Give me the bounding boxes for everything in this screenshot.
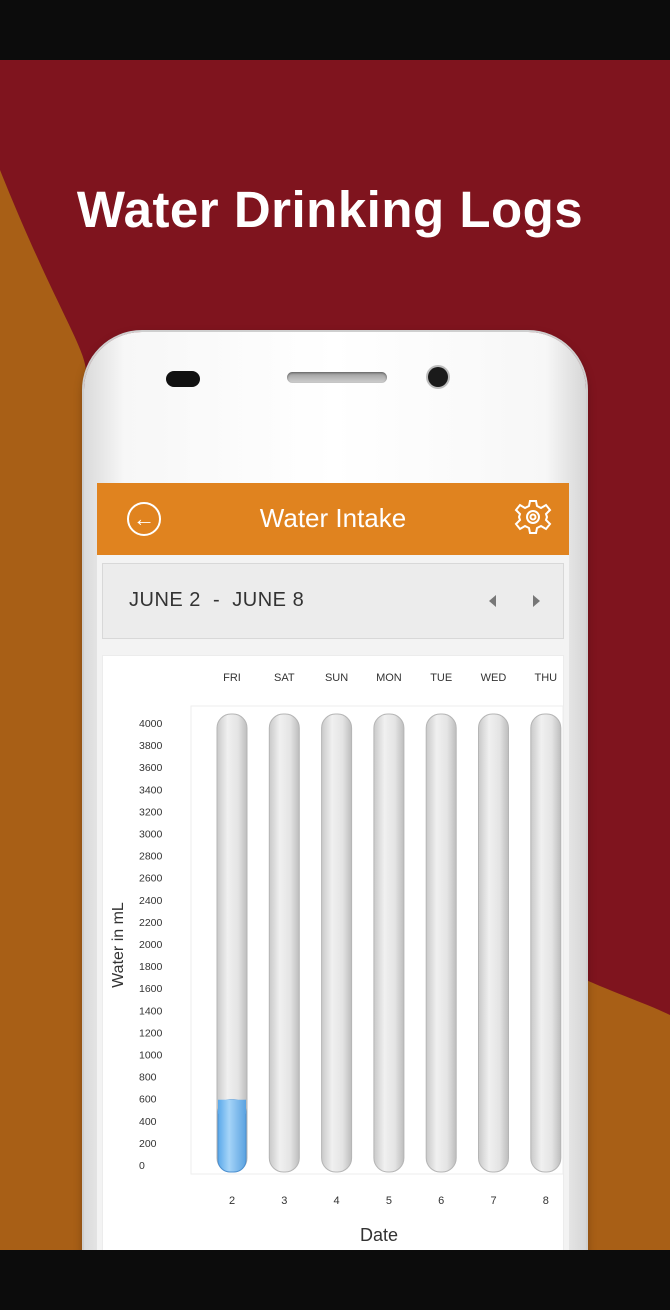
bar-track [321,713,353,1173]
y-tick-label: 2400 [139,895,163,907]
phone-sensor-slot [166,371,200,387]
x-date-label: 3 [281,1195,287,1207]
y-tick-label: 3400 [139,784,163,796]
phone-earpiece [287,372,387,383]
bottom-bar [0,1250,670,1310]
promo-headline: Water Drinking Logs [76,181,584,238]
phone-front-camera [428,367,448,387]
x-day-label: FRI [223,672,241,684]
app-bar: ← Water Intake [97,483,569,555]
y-tick-label: 3600 [139,762,163,774]
date-range-label: JUNE 2 - JUNE 8 [129,589,305,611]
y-tick-label: 1200 [139,1027,163,1039]
promo-background: Water Drinking Logs ← Water Intake JUNE … [0,60,670,1250]
app-bar-title: Water Intake [259,503,407,533]
y-tick-label: 1400 [139,1005,163,1017]
bar-track [425,713,457,1173]
x-day-label: SAT [274,672,295,684]
y-tick-label: 0 [139,1160,145,1172]
y-tick-label: 1600 [139,983,163,995]
water-chart-card: 0 200 400 600 800 1000 1200 1400 1600 1800 2000 220… [102,655,564,1250]
x-day-label: THU [534,672,557,684]
y-tick-label: 600 [139,1094,157,1106]
y-tick-label: 2200 [139,917,163,929]
y-tick-label: 800 [139,1072,157,1084]
gear-icon[interactable] [514,498,552,536]
bar-water-top [218,1099,246,1114]
y-tick-label: 2600 [139,873,163,885]
y-tick-label: 2000 [139,939,163,951]
x-day-label: SUN [325,672,348,684]
y-tick-label: 1000 [139,1050,163,1062]
y-tick-label: 2800 [139,851,163,863]
x-day-label: MON [376,672,402,684]
y-tick-label: 3000 [139,829,163,841]
x-date-label: 7 [490,1195,496,1207]
x-axis-label: Date [360,1225,398,1245]
week-selector: JUNE 2 - JUNE 8 [102,563,564,639]
x-date-label: 5 [386,1195,392,1207]
phone-frame: ← Water Intake JUNE 2 - JUNE 8 0 200 400… [84,332,586,1250]
y-tick-label: 400 [139,1116,157,1128]
triangle-right-icon[interactable] [528,592,544,610]
y-axis-label: Water in mL [110,902,127,988]
bar-track [373,713,405,1173]
x-day-label: TUE [430,672,452,684]
bar-track [530,713,562,1173]
y-tick-label: 3200 [139,806,163,818]
x-date-label: 6 [438,1195,444,1207]
y-tick-label: 1800 [139,961,163,973]
water-intake-chart: 0 200 400 600 800 1000 1200 1400 1600 1800 2000 220… [110,672,564,1245]
x-date-label: 2 [229,1195,235,1207]
y-tick-label: 3800 [139,740,163,752]
bar-track [268,713,300,1173]
x-date-label: 4 [334,1195,340,1207]
y-tick-label: 4000 [139,718,163,730]
x-date-label: 8 [543,1195,549,1207]
y-tick-label: 200 [139,1138,157,1150]
triangle-left-icon[interactable] [485,592,501,610]
bar-track [478,713,509,1173]
x-day-label: WED [481,672,507,684]
app-screen: ← Water Intake JUNE 2 - JUNE 8 0 200 400… [97,483,569,1250]
